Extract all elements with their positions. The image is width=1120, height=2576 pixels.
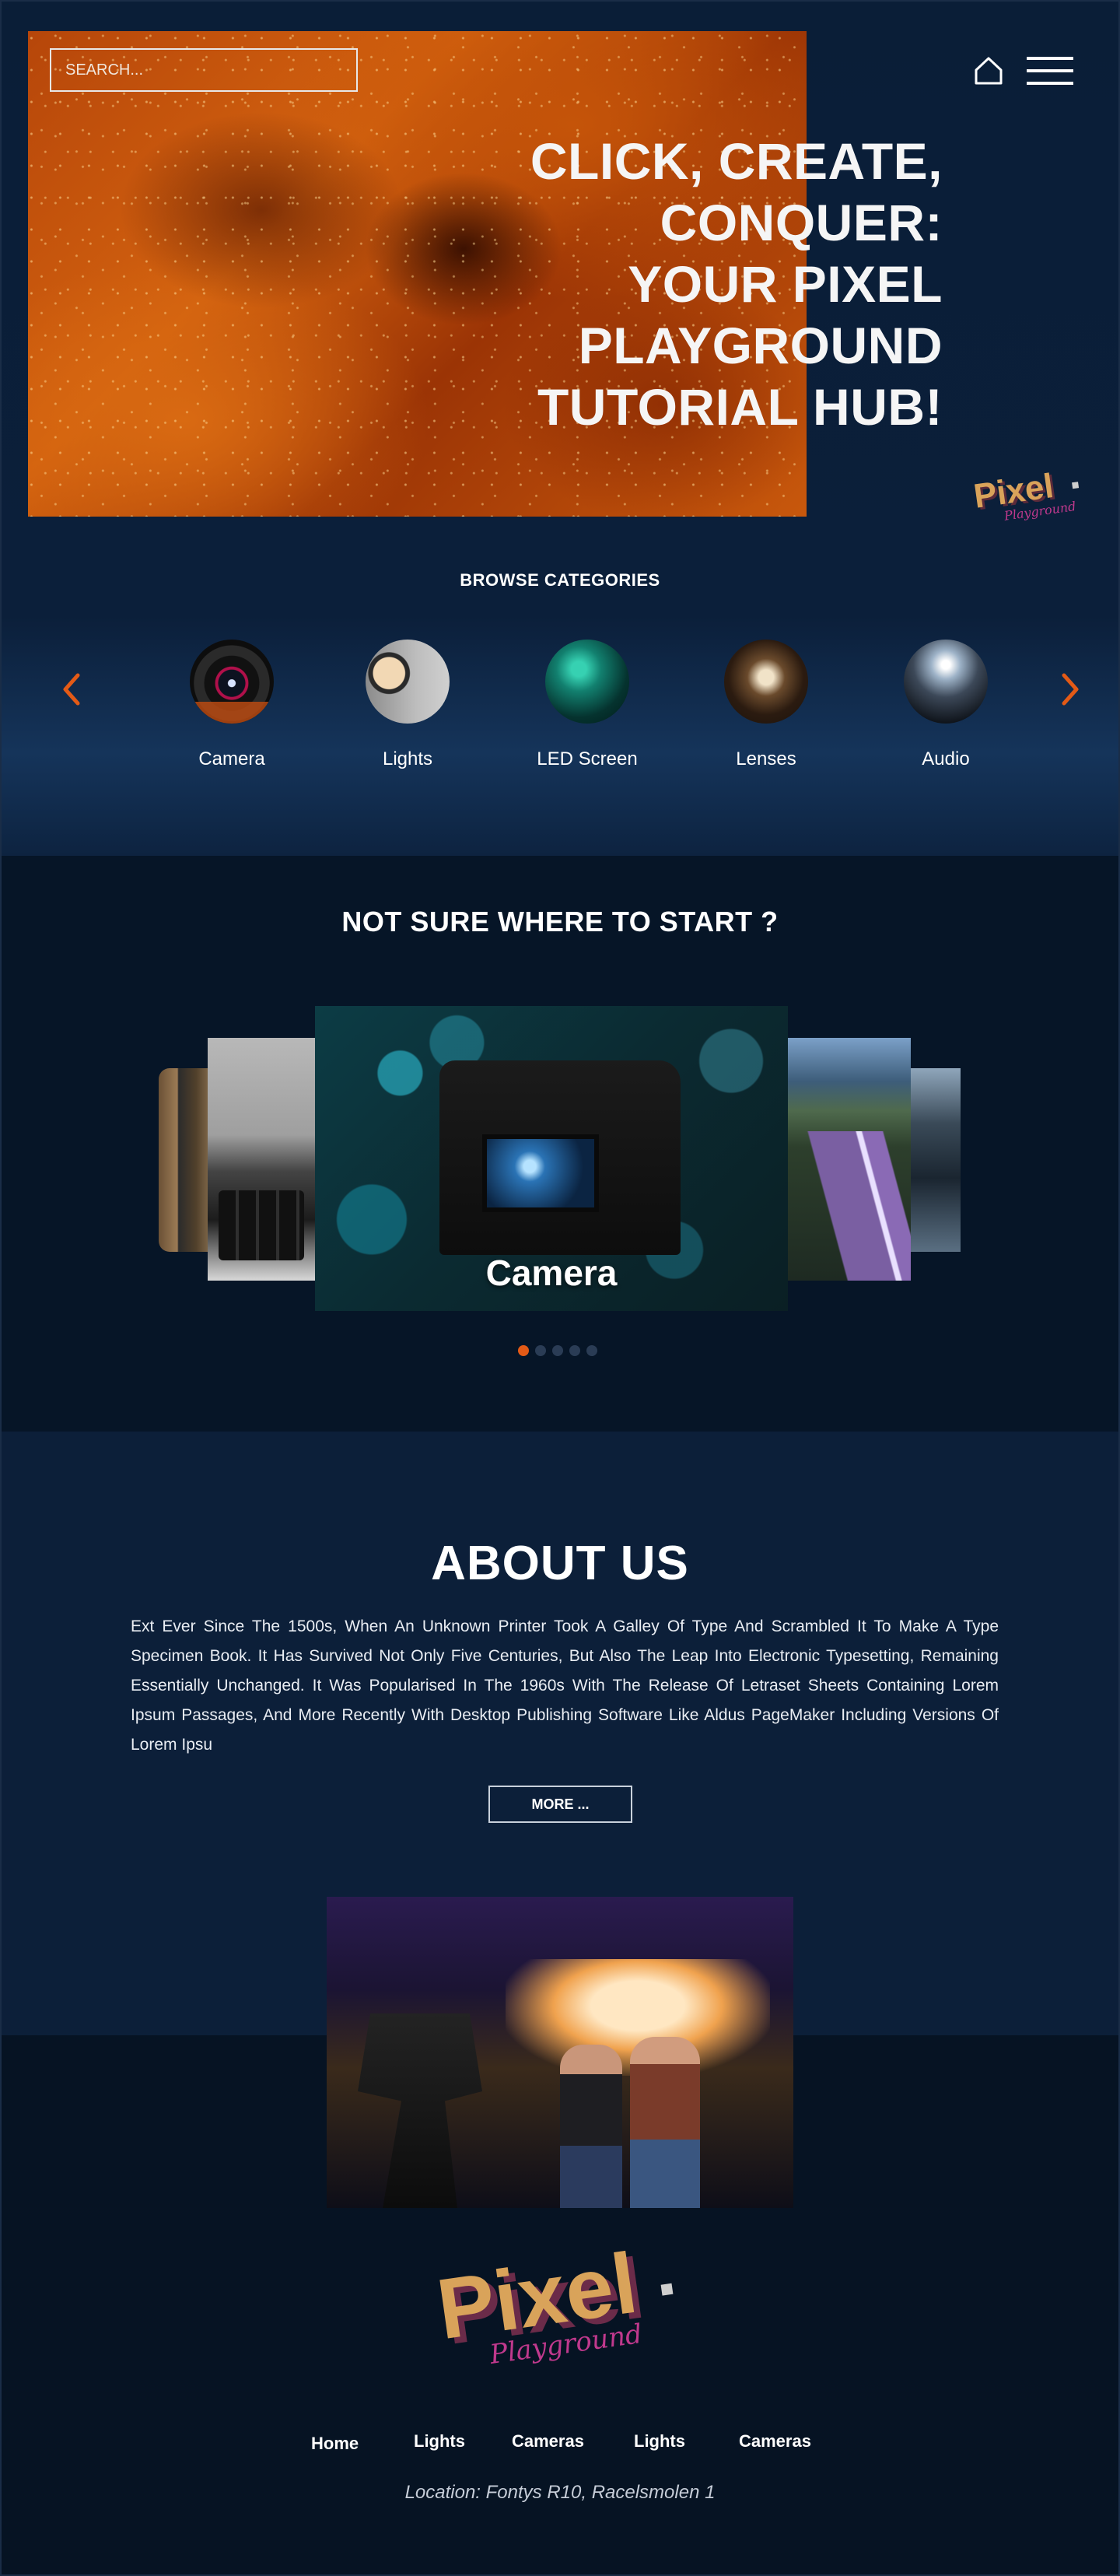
hamburger-menu-icon[interactable] — [1025, 54, 1075, 87]
category-audio[interactable]: Audio — [860, 640, 1031, 770]
carousel-dot[interactable] — [535, 1345, 546, 1356]
footer-nav-lights[interactable]: Lights — [634, 2431, 685, 2452]
person-image — [560, 2045, 622, 2208]
search-input[interactable] — [50, 48, 358, 92]
category-thumbnail — [724, 640, 808, 724]
category-label: Audio — [922, 748, 970, 769]
hero-title-line: TUTORIAL HUB! — [537, 378, 943, 436]
footer-nav-lights[interactable]: Lights — [414, 2431, 465, 2452]
home-icon[interactable] — [972, 54, 1005, 87]
start-section: NOT SURE WHERE TO START ? Camera — [0, 856, 1120, 1432]
camera-screen-image — [482, 1134, 599, 1212]
hero-title-line: YOUR PIXEL — [628, 255, 943, 313]
carousel-dot[interactable] — [569, 1345, 580, 1356]
footer-nav-cameras[interactable]: Cameras — [512, 2431, 584, 2452]
category-label: Camera — [198, 748, 265, 769]
carousel-dot[interactable] — [586, 1345, 597, 1356]
hero-title-line: CLICK, CREATE, — [530, 132, 943, 190]
category-label: Lenses — [736, 748, 796, 769]
hero-title: CLICK, CREATE, CONQUER: YOUR PIXEL PLAYG… — [467, 131, 943, 438]
pixel-playground-logo[interactable]: Pixel Pixel Playground — [971, 465, 1089, 527]
category-label: Lights — [382, 748, 433, 769]
carousel-dot[interactable] — [552, 1345, 563, 1356]
category-label: LED Screen — [537, 748, 638, 769]
category-camera[interactable]: Camera — [146, 640, 317, 770]
category-led-screen[interactable]: LED Screen — [502, 640, 673, 770]
category-thumbnail — [545, 640, 629, 724]
carousel-slide[interactable] — [911, 1068, 961, 1252]
category-lights[interactable]: Lights — [322, 640, 493, 770]
studio-photo — [327, 1897, 793, 2208]
footer-nav-cameras[interactable]: Cameras — [739, 2431, 811, 2452]
carousel-next-arrow-icon[interactable] — [1059, 671, 1083, 708]
hero-section: CLICK, CREATE, CONQUER: YOUR PIXEL PLAYG… — [0, 0, 1120, 856]
pixel-playground-logo[interactable]: Pixel Pixel Playground — [429, 2237, 691, 2373]
more-button[interactable]: MORE ... — [488, 1786, 632, 1823]
about-text: Ext Ever Since The 1500s, When An Unknow… — [131, 1617, 999, 1754]
carousel-dot[interactable] — [518, 1345, 529, 1356]
category-thumbnail — [904, 640, 988, 724]
camera-rig-image — [358, 2013, 482, 2208]
carousel-slide[interactable] — [788, 1038, 911, 1281]
hero-title-line: PLAYGROUND — [578, 317, 943, 374]
person-image — [630, 2037, 700, 2208]
carousel-slide[interactable] — [208, 1038, 315, 1281]
about-title: ABOUT US — [431, 1537, 689, 1590]
carousel-slide-label: Camera — [485, 1253, 618, 1293]
carousel-slide-active[interactable]: Camera — [315, 1006, 788, 1311]
hero-title-line: CONQUER: — [660, 194, 943, 251]
browse-categories-title: BROWSE CATEGORIES — [460, 570, 660, 590]
start-section-title: NOT SURE WHERE TO START ? — [341, 906, 779, 938]
carousel-prev-arrow-icon[interactable] — [59, 671, 82, 708]
category-thumbnail — [190, 640, 274, 724]
category-lenses[interactable]: Lenses — [681, 640, 852, 770]
location-text: Location: Fontys R10, Racelsmolen 1 — [404, 2482, 716, 2503]
footer-nav-home[interactable]: Home — [311, 2434, 359, 2454]
footer-nav: Home Lights Cameras Lights Cameras — [0, 2431, 1120, 2455]
category-thumbnail — [366, 640, 450, 724]
